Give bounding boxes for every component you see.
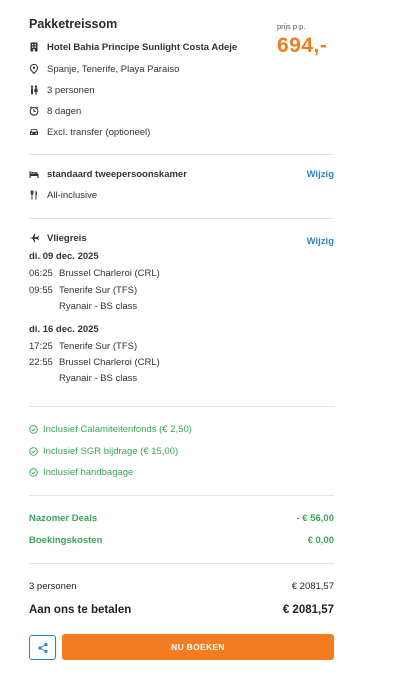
inclusion-item: Inclusief handbagage [29, 467, 133, 478]
return-arr-time: 22:55 [29, 357, 53, 368]
amount-due-value: € 2081,57 [282, 604, 334, 616]
outbound-dep-airport: Brussel Charleroi (CRL) [59, 268, 160, 279]
inclusion-item: Inclusief Calamiteitenfonds (€ 2,50) [29, 424, 192, 435]
book-now-button[interactable]: NU BOEKEN [62, 634, 334, 660]
discount-row: Nazomer Deals - € 56,00 [29, 513, 334, 524]
divider [29, 495, 334, 496]
inclusion-label: Inclusief Calamiteitenfonds (€ 2,50) [43, 424, 192, 435]
divider [29, 154, 334, 155]
price-label: prijs p.p. [277, 22, 306, 31]
flight-header-row: Vliegreis [29, 231, 87, 245]
persons-text: 3 personen [47, 84, 95, 96]
car-icon [29, 127, 39, 137]
outbound-departure: 06:25 Brussel Charleroi (CRL) [29, 268, 160, 279]
return-arr-airport: Brussel Charleroi (CRL) [59, 357, 160, 368]
inclusion-label: Inclusief SGR bijdrage (€ 15,00) [43, 446, 179, 457]
board-type: All-inclusive [47, 189, 98, 201]
transfer-text: Excl. transfer [47, 126, 103, 138]
outbound-arrival: 09:55 Tenerife Sur (TFS) [29, 285, 137, 296]
location-row: Spanje, Tenerife, Playa Paraiso [29, 62, 179, 76]
return-date: di. 16 dec. 2025 [29, 324, 99, 335]
location-text: Spanje, Tenerife, Playa Paraiso [47, 63, 180, 75]
clock-icon [29, 106, 39, 116]
transfer-row: Excl. transfer (optioneel) [29, 125, 150, 139]
amount-due-label: Aan ons te betalen [29, 604, 132, 616]
duration-text: 8 dagen [47, 105, 82, 117]
change-flight-link[interactable]: Wijzig [307, 236, 334, 247]
board-row: All-inclusive [29, 188, 97, 202]
outbound-arr-airport: Tenerife Sur (TFS) [59, 285, 138, 296]
discount-value: - € 56,00 [296, 513, 335, 524]
outbound-arr-time: 09:55 [29, 285, 53, 296]
discount-label: Nazomer Deals [29, 513, 98, 524]
persons-total-label: 3 personen [29, 581, 77, 592]
return-carrier: Ryanair - BS class [59, 373, 138, 384]
divider [29, 563, 334, 564]
transfer-note: (optioneel) [105, 126, 151, 138]
divider [29, 406, 334, 407]
airplane-icon [29, 233, 39, 243]
price-per-person: 694,- [277, 34, 328, 57]
change-room-link[interactable]: Wijzig [307, 169, 334, 180]
persons-total-row: 3 personen € 2081,57 [29, 581, 334, 592]
return-dep-time: 17:25 [29, 341, 53, 352]
cutlery-icon [29, 190, 39, 200]
summary-title: Pakketreissom [29, 17, 118, 31]
check-circle-icon [29, 468, 38, 477]
map-pin-icon [29, 64, 39, 74]
room-type: standaard tweepersoonskamer [47, 168, 187, 180]
building-icon [29, 42, 39, 52]
bed-icon [29, 169, 39, 179]
outbound-carrier: Ryanair - BS class [59, 301, 138, 312]
hotel-name: Hotel Bahia Principe Sunlight Costa Adej… [47, 41, 238, 53]
check-circle-icon [29, 447, 38, 456]
inclusion-label: Inclusief handbagage [43, 467, 134, 478]
share-button[interactable] [29, 635, 56, 660]
outbound-dep-time: 06:25 [29, 268, 53, 279]
inclusion-item: Inclusief SGR bijdrage (€ 15,00) [29, 446, 178, 457]
return-arrival: 22:55 Brussel Charleroi (CRL) [29, 357, 160, 368]
people-icon [29, 85, 39, 95]
outbound-date: di. 09 dec. 2025 [29, 251, 99, 262]
booking-fee-label: Boekingskosten [29, 535, 103, 546]
persons-row: 3 personen [29, 83, 95, 97]
booking-fee-row: Boekingskosten € 0,00 [29, 535, 334, 546]
check-circle-icon [29, 425, 38, 434]
duration-row: 8 dagen [29, 104, 81, 118]
persons-total-value: € 2081,57 [291, 581, 334, 592]
share-icon [37, 642, 48, 653]
booking-fee-value: € 0,00 [307, 535, 334, 546]
booking-summary-card: Pakketreissom prijs p.p. 694,- Hotel Bah… [29, 0, 334, 678]
amount-due-row: Aan ons te betalen € 2081,57 [29, 604, 334, 616]
flight-title: Vliegreis [47, 232, 87, 244]
room-type-row: standaard tweepersoonskamer [29, 167, 187, 181]
return-departure: 17:25 Tenerife Sur (TFS) [29, 341, 137, 352]
divider [29, 218, 334, 219]
return-dep-airport: Tenerife Sur (TFS) [59, 341, 138, 352]
hotel-row: Hotel Bahia Principe Sunlight Costa Adej… [29, 40, 237, 54]
